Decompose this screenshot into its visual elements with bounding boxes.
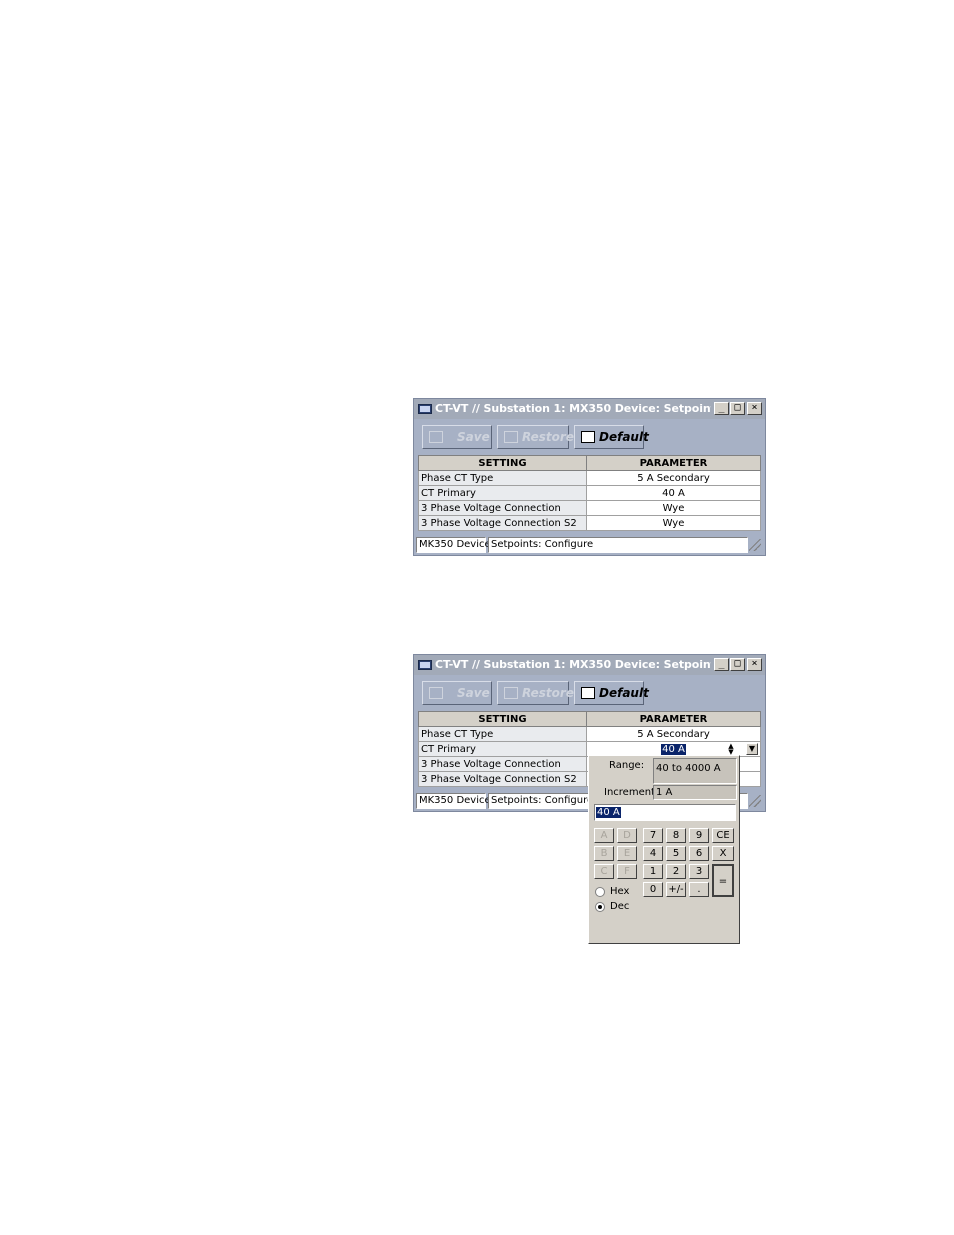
key-plus-minus[interactable]: +/- bbox=[666, 882, 686, 897]
grid-header-row: SETTING PARAMETER bbox=[418, 455, 761, 471]
key-b[interactable]: B bbox=[594, 846, 614, 861]
hex-radio[interactable] bbox=[595, 887, 605, 897]
resize-grip-icon[interactable] bbox=[749, 539, 761, 551]
save-button[interactable]: Save bbox=[422, 425, 492, 449]
key-decimal[interactable]: . bbox=[689, 882, 709, 897]
selected-value[interactable]: 40 A bbox=[661, 743, 686, 755]
range-label: Range: bbox=[609, 760, 645, 771]
dec-label: Dec bbox=[610, 901, 630, 912]
spinner-icon[interactable]: ▲ ▼ bbox=[726, 743, 736, 756]
restore-icon bbox=[504, 687, 518, 699]
close-button[interactable]: × bbox=[747, 402, 762, 415]
setting-cell: Phase CT Type bbox=[418, 726, 587, 742]
save-label: Save bbox=[457, 430, 490, 444]
key-6[interactable]: 6 bbox=[689, 846, 709, 861]
hex-label: Hex bbox=[610, 886, 630, 897]
setting-cell: 3 Phase Voltage Connection bbox=[418, 756, 587, 772]
setting-column-header: SETTING bbox=[418, 711, 587, 727]
parameter-column-header: PARAMETER bbox=[586, 455, 761, 471]
parameter-column-header: PARAMETER bbox=[586, 711, 761, 727]
setting-column-header: SETTING bbox=[418, 455, 587, 471]
default-button[interactable]: Default bbox=[574, 681, 649, 705]
status-path: Setpoints: Configure bbox=[488, 537, 748, 553]
restore-label: Restore bbox=[522, 430, 574, 444]
restore-button[interactable]: Restore bbox=[497, 681, 574, 705]
setting-cell: 3 Phase Voltage Connection S2 bbox=[418, 771, 587, 787]
calculator-input-value[interactable]: 40 A bbox=[596, 807, 621, 818]
setting-cell: 3 Phase Voltage Connection S2 bbox=[418, 515, 587, 531]
setting-cell: CT Primary bbox=[418, 485, 587, 501]
status-device: MK350 Device bbox=[416, 537, 491, 553]
key-4[interactable]: 4 bbox=[643, 846, 663, 861]
default-icon bbox=[581, 687, 595, 699]
maximize-button[interactable]: □ bbox=[730, 402, 745, 415]
table-row: Phase CT Type 5 A Secondary bbox=[418, 726, 761, 742]
title-bar[interactable]: CT-VT // Substation 1: MX350 Device: Set… bbox=[414, 399, 765, 419]
key-1[interactable]: 1 bbox=[643, 864, 663, 879]
save-icon bbox=[429, 687, 443, 699]
window-app-icon bbox=[418, 660, 432, 670]
minimize-button[interactable]: _ bbox=[714, 402, 729, 415]
key-5[interactable]: 5 bbox=[666, 846, 686, 861]
parameter-cell[interactable]: 40 A bbox=[586, 485, 761, 501]
close-button[interactable]: × bbox=[747, 658, 762, 671]
key-3[interactable]: 3 bbox=[689, 864, 709, 879]
table-row: 3 Phase Voltage Connection S2 Wye bbox=[418, 515, 761, 531]
status-bar: MK350 Device Setpoints: Configure bbox=[416, 537, 763, 553]
increment-label: Increment: bbox=[604, 787, 659, 798]
key-8[interactable]: 8 bbox=[666, 828, 686, 843]
setting-cell: CT Primary bbox=[418, 741, 587, 757]
resize-grip-icon[interactable] bbox=[749, 795, 761, 807]
setting-cell: 3 Phase Voltage Connection bbox=[418, 500, 587, 516]
key-e[interactable]: E bbox=[617, 846, 637, 861]
parameter-cell[interactable]: 5 A Secondary bbox=[586, 470, 761, 486]
calculator-dropdown-icon[interactable]: ▼ bbox=[746, 743, 758, 755]
restore-button[interactable]: Restore bbox=[497, 425, 574, 449]
calculator-popup: Range: 40 to 4000 A Increment: 1 A 40 A … bbox=[588, 755, 740, 944]
default-button[interactable]: Default bbox=[574, 425, 649, 449]
key-ce[interactable]: CE bbox=[712, 828, 734, 843]
minimize-button[interactable]: _ bbox=[714, 658, 729, 671]
default-label: Default bbox=[599, 430, 649, 444]
range-value: 40 to 4000 A bbox=[653, 758, 737, 784]
status-device: MK350 Device bbox=[416, 793, 491, 809]
toolbar: Save Restore Default bbox=[420, 425, 760, 451]
restore-label: Restore bbox=[522, 686, 574, 700]
window-title: CT-VT // Substation 1: MX350 Device: Set… bbox=[435, 402, 711, 415]
settings-grid: SETTING PARAMETER Phase CT Type 5 A Seco… bbox=[418, 455, 761, 531]
window-title: CT-VT // Substation 1: MX350 Device: Set… bbox=[435, 658, 711, 671]
increment-value: 1 A bbox=[653, 785, 737, 800]
table-row: CT Primary 40 A bbox=[418, 485, 761, 501]
key-c[interactable]: C bbox=[594, 864, 614, 879]
parameter-cell[interactable]: 5 A Secondary bbox=[586, 726, 761, 742]
calculator-input[interactable]: 40 A bbox=[594, 804, 736, 821]
maximize-button[interactable]: □ bbox=[730, 658, 745, 671]
setpoints-window: CT-VT // Substation 1: MX350 Device: Set… bbox=[413, 398, 766, 556]
save-icon bbox=[429, 431, 443, 443]
save-label: Save bbox=[457, 686, 490, 700]
restore-icon bbox=[504, 431, 518, 443]
default-icon bbox=[581, 431, 595, 443]
toolbar: Save Restore Default bbox=[420, 681, 760, 707]
title-bar[interactable]: CT-VT // Substation 1: MX350 Device: Set… bbox=[414, 655, 765, 675]
setting-cell: Phase CT Type bbox=[418, 470, 587, 486]
key-9[interactable]: 9 bbox=[689, 828, 709, 843]
table-row: 3 Phase Voltage Connection Wye bbox=[418, 500, 761, 516]
parameter-cell[interactable]: Wye bbox=[586, 500, 761, 516]
key-d[interactable]: D bbox=[617, 828, 637, 843]
table-row: Phase CT Type 5 A Secondary bbox=[418, 470, 761, 486]
default-label: Default bbox=[599, 686, 649, 700]
grid-header-row: SETTING PARAMETER bbox=[418, 711, 761, 727]
key-equals[interactable]: = bbox=[712, 864, 734, 897]
key-0[interactable]: 0 bbox=[643, 882, 663, 897]
dec-radio[interactable] bbox=[595, 902, 605, 912]
window-app-icon bbox=[418, 404, 432, 414]
key-a[interactable]: A bbox=[594, 828, 614, 843]
key-7[interactable]: 7 bbox=[643, 828, 663, 843]
parameter-cell[interactable]: Wye bbox=[586, 515, 761, 531]
save-button[interactable]: Save bbox=[422, 681, 492, 705]
key-2[interactable]: 2 bbox=[666, 864, 686, 879]
key-x[interactable]: X bbox=[712, 846, 734, 861]
key-f[interactable]: F bbox=[617, 864, 637, 879]
